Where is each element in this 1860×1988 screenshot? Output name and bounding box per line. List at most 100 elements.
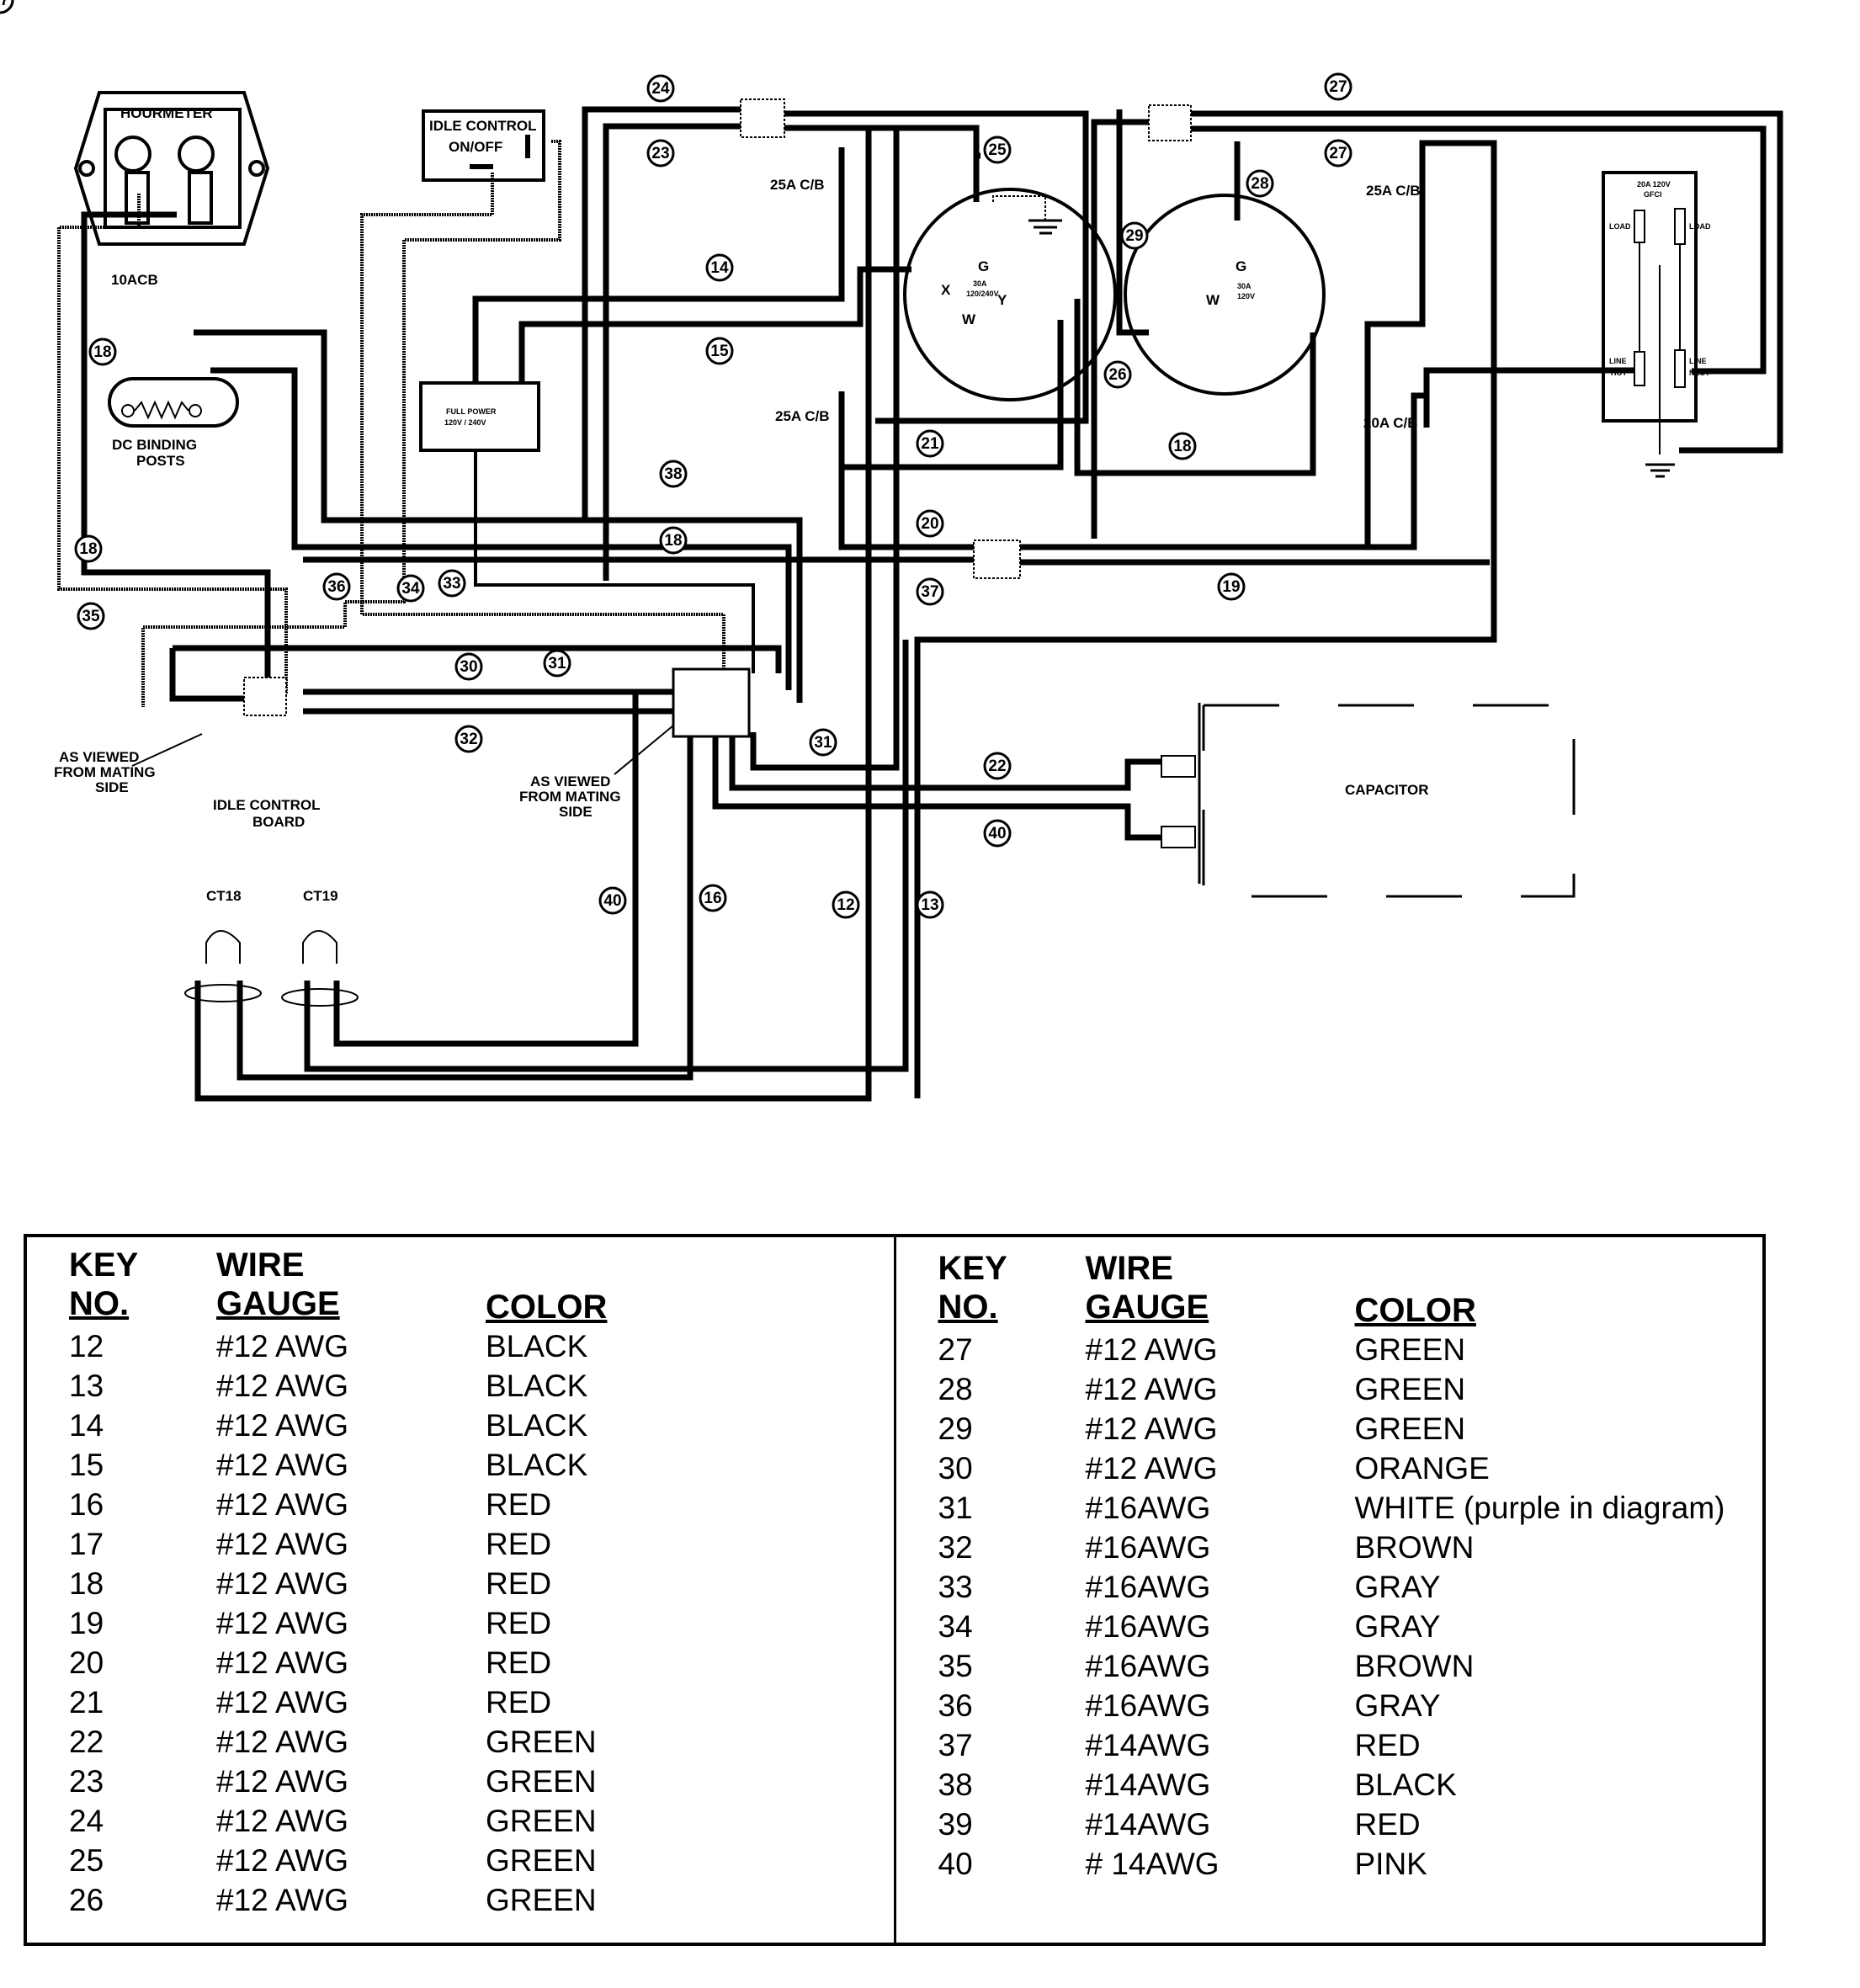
wire-key-gauge-cell: #16AWG (1085, 1688, 1211, 1723)
wire-key-gauge-cell: #12 AWG (1085, 1451, 1218, 1486)
terminal-w: W (962, 311, 976, 327)
wire-callout-31: 31 (809, 728, 837, 757)
wire-callout-27: 27 (1324, 72, 1352, 101)
svg-text:33: 33 (443, 575, 460, 593)
breaker-25a-1: 25A C/B (770, 177, 825, 193)
wire-key-no-cell: 34 (938, 1609, 973, 1644)
gfci-load-left: LOAD (1609, 222, 1631, 231)
twist-lock-240-rating-2: 120/240V (966, 290, 999, 298)
svg-text:17: 17 (0, 0, 9, 9)
wire-key-color-cell: GREEN (1354, 1332, 1466, 1367)
wire-callout-15: 15 (705, 337, 734, 365)
svg-text:37: 37 (921, 583, 938, 601)
wire-key-no-cell: 18 (69, 1566, 104, 1601)
svg-text:12: 12 (837, 896, 854, 914)
wire-key-no-cell: 15 (69, 1448, 104, 1482)
dc-binding-label-1: DC BINDING (112, 437, 197, 453)
full-power-receptacle: FULL POWER 120V / 240V (419, 381, 540, 452)
svg-text:26: 26 (1108, 366, 1126, 384)
wire-callout-31: 31 (543, 649, 571, 678)
wire-key-gauge-cell: #14AWG (1085, 1767, 1211, 1802)
wire-key-no-cell: 33 (938, 1570, 973, 1604)
wire-key-no-cell: 19 (69, 1606, 104, 1640)
mating-note-left-3: SIDE (95, 779, 129, 795)
wire-key-gauge-cell: #12 AWG (216, 1487, 348, 1522)
hourmeter-label: HOURMETER (120, 105, 213, 121)
idle-switch-label-2: ON/OFF (449, 139, 502, 155)
ground-icon (992, 195, 1062, 235)
splice-block (973, 540, 1021, 579)
wire-callout-36: 36 (322, 572, 351, 601)
wire-key-no-cell: 17 (69, 1527, 104, 1561)
wire-key-no-cell: 29 (938, 1411, 973, 1446)
wire-callout-40: 40 (598, 886, 627, 915)
svg-text:38: 38 (664, 465, 682, 483)
wire-key-gauge-cell: #12 AWG (216, 1843, 348, 1878)
wire-key-color-cell: GREEN (486, 1804, 597, 1838)
wire-key-no-cell: 27 (938, 1332, 973, 1367)
svg-text:28: 28 (1251, 175, 1268, 193)
svg-text:24: 24 (651, 80, 670, 98)
wire-key-color-cell: BROWN (1354, 1530, 1475, 1565)
svg-text:27: 27 (1329, 78, 1347, 96)
wire-key-color-cell: RED (486, 1527, 552, 1561)
idle-board-label-1: IDLE CONTROL (213, 797, 321, 813)
wire-key-color-cell: GREEN (486, 1725, 597, 1759)
splice-block (740, 98, 785, 138)
wire-key-gauge-cell: #16AWG (1085, 1530, 1211, 1565)
wire-callout-34: 34 (396, 574, 425, 603)
terminal-w-120: W (1206, 292, 1220, 308)
wire-key-color-cell: RED (486, 1606, 552, 1640)
wire-key-no-cell: 20 (69, 1645, 104, 1680)
wire-key-header: KEY WIRE NO. GAUGE COLOR (69, 1246, 894, 1326)
wire-key-gauge-cell: #16AWG (1085, 1570, 1211, 1604)
breaker-25a-3: 25A C/B (1366, 183, 1421, 199)
svg-text:23: 23 (651, 145, 669, 162)
wire-callout-18: 18 (74, 534, 103, 563)
wire-callout-38: 38 (659, 460, 688, 488)
wire-callout-35: 35 (77, 602, 105, 630)
wiring-diagram: HOURMETER IDLE CONTROL ON/OFF DC BINDING… (0, 0, 1783, 1102)
wire-key-color-cell: PINK (1354, 1847, 1427, 1881)
mating-note-right-3: SIDE (559, 804, 593, 820)
wire-key-color-cell: GREEN (1354, 1411, 1466, 1446)
wire-key-gauge-cell: #12 AWG (1085, 1332, 1218, 1367)
wire-key-no-cell: 14 (69, 1408, 104, 1443)
mating-note-right-1: AS VIEWED (530, 773, 610, 789)
svg-text:20: 20 (921, 515, 938, 533)
splice-block (1148, 104, 1192, 141)
svg-text:25: 25 (988, 141, 1007, 159)
wire-callout-25: 25 (983, 136, 1012, 164)
wire-key-color-cell: BLACK (486, 1408, 588, 1443)
dc-binding-label-2: POSTS (136, 453, 185, 469)
wire-callout-18: 18 (1168, 432, 1197, 460)
svg-text:30: 30 (460, 658, 477, 676)
wire-key-gauge-cell: #12 AWG (216, 1685, 348, 1720)
wire-callout-19: 19 (1217, 572, 1246, 601)
breaker-10a-label: 10ACB (111, 272, 158, 288)
svg-text:15: 15 (710, 343, 729, 360)
svg-text:31: 31 (814, 734, 832, 752)
wire-key-color-cell: RED (1354, 1807, 1421, 1842)
mating-note-left-1: AS VIEWED (59, 749, 139, 765)
svg-text:27: 27 (1329, 145, 1347, 162)
wire-callout-33: 33 (438, 569, 466, 598)
wire-callout-18: 18 (88, 338, 117, 366)
gfci-line-neut: LINE (1689, 357, 1707, 365)
svg-text:32: 32 (460, 731, 477, 748)
svg-text:21: 21 (921, 435, 939, 453)
wire-key-gauge-cell: #14AWG (1085, 1807, 1211, 1842)
wire-callout-14: 14 (705, 253, 734, 282)
wire-key-color-cell: ORANGE (1354, 1451, 1490, 1486)
ground-icon (1645, 463, 1675, 478)
wire-key-no-cell: 38 (938, 1767, 973, 1802)
header-color: COLOR (486, 1289, 608, 1326)
twist-lock-240-rating-1: 30A (973, 279, 987, 288)
wire-callout-22: 22 (983, 752, 1012, 780)
ct18-label: CT18 (206, 888, 242, 904)
breaker-20a: 20A C/B (1363, 415, 1418, 431)
wire-key-no-cell: 39 (938, 1807, 973, 1842)
wire-key-table: KEY WIRE NO. GAUGE COLOR 12 #12 AWG BLACK 1… (24, 1234, 1766, 1946)
wire-callout-12: 12 (832, 890, 860, 919)
mating-note-right-2: FROM MATING (519, 789, 621, 805)
